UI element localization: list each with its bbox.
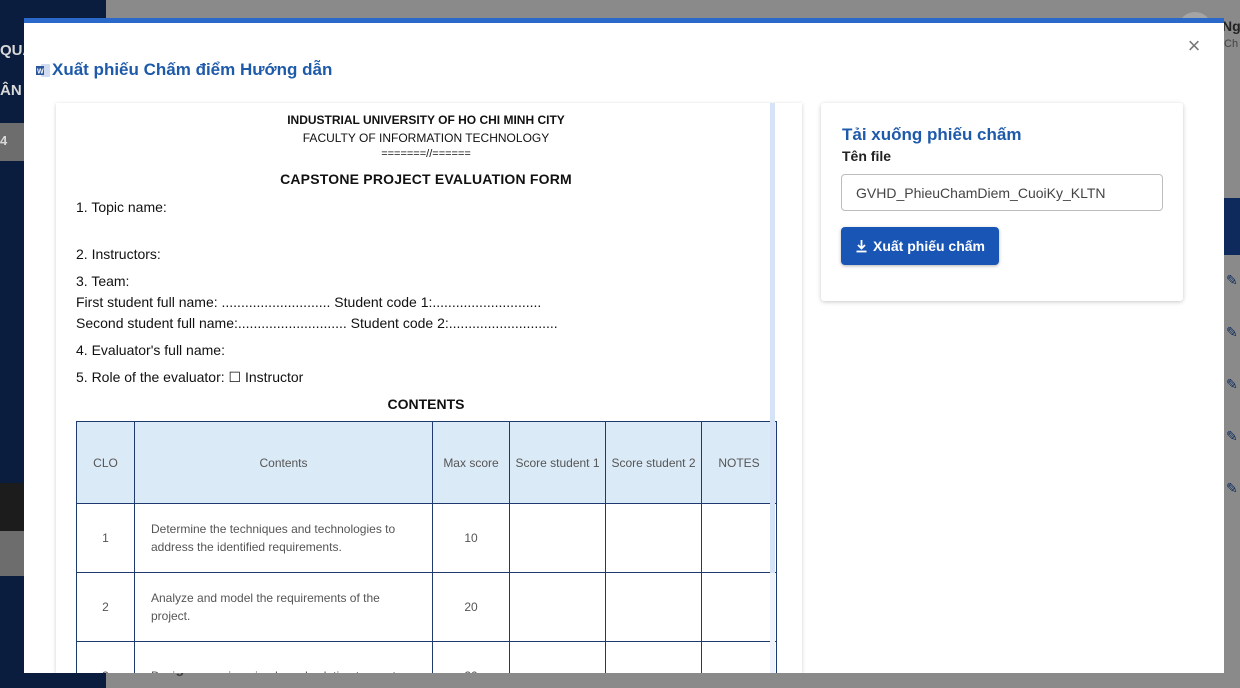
preview-scrollbar-thumb[interactable] [770,103,775,573]
first-student-field: First student full name: ...............… [76,294,542,310]
word-document-icon: W [36,63,50,77]
document-preview[interactable]: INDUSTRIAL UNIVERSITY OF HO CHI MINH CIT… [56,103,802,673]
clo-cell: 3 [76,641,135,673]
export-button-label: Xuất phiếu chấm [872,238,986,254]
score-student-1-cell [509,503,606,573]
topic-name-field: 1. Topic name: [76,199,167,215]
notes-cell [701,503,777,573]
score-student-2-cell [605,572,702,642]
team-field: 3. Team: [76,273,130,289]
max-score-cell: 20 [432,572,510,642]
content-cell: Analyze and model the requirements of th… [134,572,433,642]
table-header-cell: Score student 1 [509,421,606,504]
table-row: 3 Design an engineering-based solution t… [76,641,777,673]
contents-title: CONTENTS [387,396,465,412]
score-student-2-cell [605,641,702,673]
export-button[interactable]: Xuất phiếu chấm [841,227,999,265]
notes-cell [701,572,777,642]
modal-title: W Xuất phiếu Chấm điểm Hướng dẫn [36,60,332,80]
clo-cell: 2 [76,572,135,642]
file-name-input[interactable] [841,174,1163,211]
separator-line: =======//====== [381,148,471,160]
form-title: CAPSTONE PROJECT EVALUATION FORM [280,171,572,187]
download-title: Tải xuống phiếu chấm [842,125,1022,144]
instructors-field: 2. Instructors: [76,246,161,262]
table-header-cell: Max score [432,421,510,504]
edit-icon: ✎ [1226,272,1238,288]
notes-cell [701,641,777,673]
export-modal: × W Xuất phiếu Chấm điểm Hướng dẫn INDUS… [24,18,1224,673]
file-name-label: Tên file [842,148,892,164]
background-table-header [1223,198,1240,255]
content-cell: Determine the techniques and technologie… [134,503,433,573]
evaluator-field: 4. Evaluator's full name: [76,342,225,358]
faculty-name: FACULTY OF INFORMATION TECHNOLOGY [302,131,550,145]
table-header-row: CLO Contents Max score Score student 1 S… [76,421,777,504]
download-card: Tải xuống phiếu chấm Tên file Xuất phiếu… [821,103,1183,301]
close-icon[interactable]: × [1183,35,1205,57]
table-header-cell: Contents [134,421,433,504]
edit-icon: ✎ [1226,480,1238,496]
content-cell: Design an engineering-based solution to … [134,641,433,673]
evaluation-table: CLO Contents Max score Score student 1 S… [76,421,777,673]
table-header-cell: CLO [76,421,135,504]
download-icon [856,240,867,253]
svg-text:W: W [37,68,44,75]
second-student-field: Second student full name:...............… [76,315,558,331]
edit-icon: ✎ [1226,428,1238,444]
background-sidebar-text: ÂN [0,82,22,99]
clo-cell: 1 [76,503,135,573]
modal-title-text: Xuất phiếu Chấm điểm Hướng dẫn [52,60,333,79]
table-header-cell: Score student 2 [605,421,702,504]
table-row: 1 Determine the techniques and technolog… [76,503,777,573]
background-user-role: Ch [1224,38,1239,50]
max-score-cell: 10 [432,503,510,573]
score-student-1-cell [509,641,606,673]
background-sidebar-text: 4 [0,133,8,148]
background-user-name: Ng [1222,18,1240,34]
score-student-2-cell [605,503,702,573]
score-student-1-cell [509,572,606,642]
table-header-cell: NOTES [701,421,777,504]
edit-icon: ✎ [1226,376,1238,392]
university-name: INDUSTRIAL UNIVERSITY OF HO CHI MINH CIT… [287,113,565,127]
edit-icon: ✎ [1226,324,1238,340]
max-score-cell: 20 [432,641,510,673]
role-field: 5. Role of the evaluator: ☐ Instructor [76,369,304,385]
preview-scrollbar[interactable] [770,103,775,673]
table-row: 2 Analyze and model the requirements of … [76,572,777,642]
